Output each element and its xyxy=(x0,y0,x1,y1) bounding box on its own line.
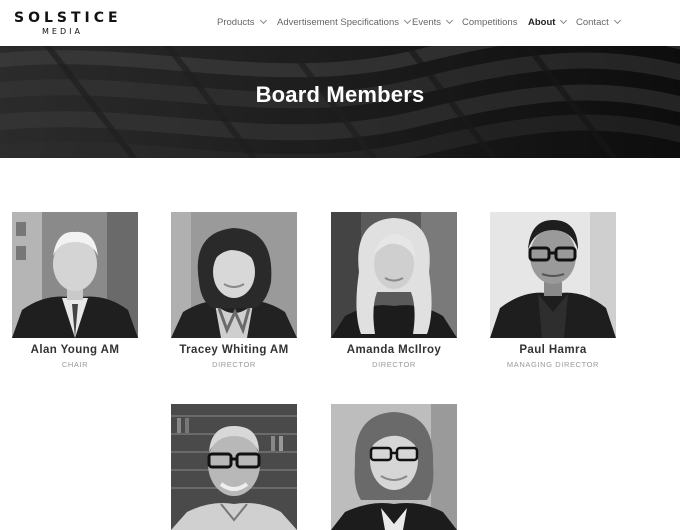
member-photo[interactable] xyxy=(331,212,457,338)
nav-contact[interactable]: Contact xyxy=(576,16,621,28)
member-role: MANAGING DIRECTOR xyxy=(506,360,600,369)
board-member-card[interactable] xyxy=(331,404,457,530)
nav-products-label: Products xyxy=(217,17,255,28)
member-photo[interactable] xyxy=(331,404,457,530)
solstice-media-logo[interactable]: SOLSTICE MEDIA xyxy=(14,10,118,38)
nav-competitions-label: Competitions xyxy=(462,17,518,28)
member-name: Alan Young AM xyxy=(30,344,120,356)
page-banner: Board Members xyxy=(0,46,680,158)
member-photo[interactable] xyxy=(171,404,297,530)
site-header: SOLSTICE MEDIA Products Advertisement Sp… xyxy=(0,0,680,46)
chevron-down-icon xyxy=(259,16,267,25)
logo-subtitle: MEDIA xyxy=(42,27,83,36)
member-role: CHAIR xyxy=(61,360,89,369)
nav-products[interactable]: Products xyxy=(217,16,267,28)
nav-events[interactable]: Events xyxy=(412,16,454,28)
page-title: Board Members xyxy=(255,82,425,107)
main-nav: Products Advertisement Specifications Ev… xyxy=(217,16,680,31)
member-photo[interactable] xyxy=(12,212,138,338)
nav-about-label: About xyxy=(528,17,556,28)
member-role: DIRECTOR xyxy=(372,360,416,369)
nav-contact-label: Contact xyxy=(576,17,609,28)
nav-competitions[interactable]: Competitions xyxy=(462,17,517,28)
board-member-card[interactable] xyxy=(171,404,297,530)
board-member-card[interactable]: Paul Hamra MANAGING DIRECTOR xyxy=(490,212,616,369)
member-role: DIRECTOR xyxy=(212,360,256,369)
logo-wordmark: SOLSTICE xyxy=(14,10,122,26)
board-member-card[interactable]: Amanda McIlroy DIRECTOR xyxy=(331,212,457,369)
chevron-down-icon xyxy=(613,16,621,25)
board-member-card[interactable]: Tracey Whiting AM DIRECTOR xyxy=(171,212,297,369)
board-member-card[interactable]: Alan Young AM CHAIR xyxy=(12,212,138,369)
chevron-down-icon xyxy=(560,16,568,25)
nav-advertisement-specifications[interactable]: Advertisement Specifications xyxy=(277,16,412,28)
member-name: Amanda McIlroy xyxy=(346,344,442,356)
nav-events-label: Events xyxy=(412,17,442,28)
member-name: Paul Hamra xyxy=(519,344,587,356)
nav-advertisement-specifications-label: Advertisement Specifications xyxy=(277,17,399,28)
member-name: Tracey Whiting AM xyxy=(179,344,289,356)
member-photo[interactable] xyxy=(490,212,616,338)
chevron-down-icon xyxy=(403,16,412,25)
chevron-down-icon xyxy=(446,16,454,25)
member-photo[interactable] xyxy=(171,212,297,338)
nav-about[interactable]: About xyxy=(528,16,568,28)
